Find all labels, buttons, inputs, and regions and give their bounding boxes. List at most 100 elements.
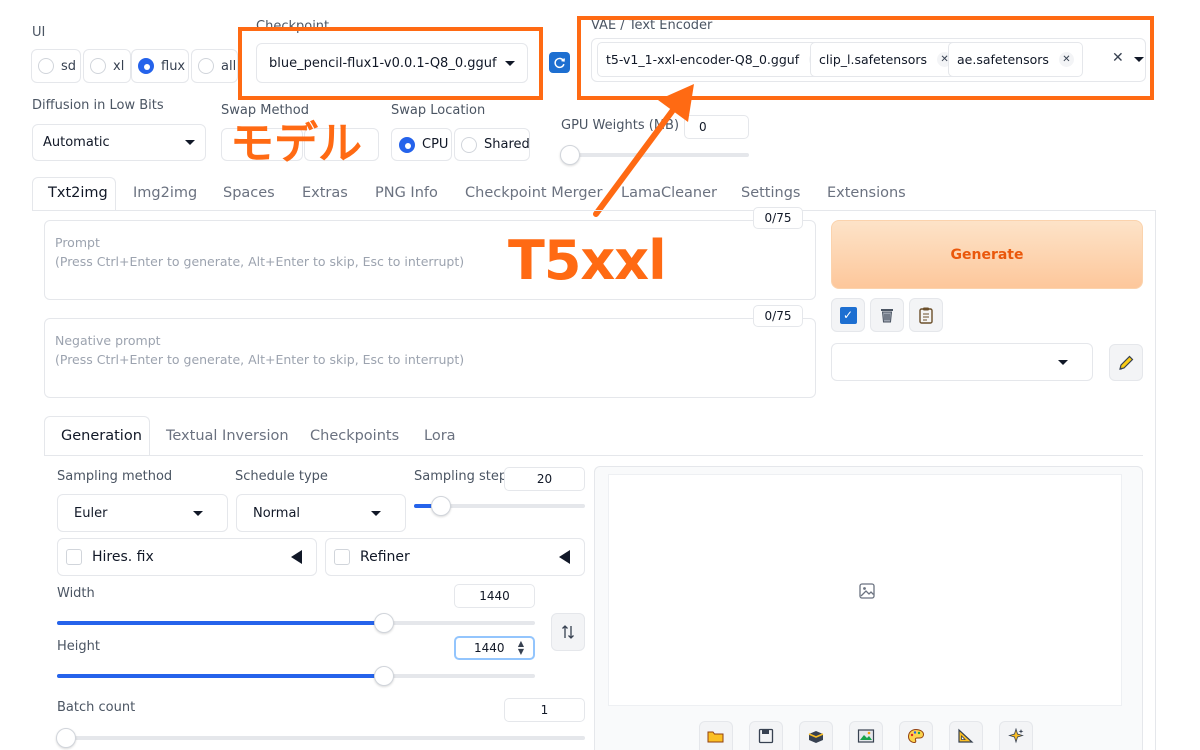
caret-left-icon [559, 550, 570, 564]
height-slider-thumb[interactable] [374, 666, 394, 686]
negative-prompt-textarea[interactable]: Negative prompt (Press Ctrl+Enter to gen… [44, 318, 816, 398]
sparkles-icon [1008, 728, 1024, 744]
paste-button[interactable] [909, 298, 943, 332]
hires-fix-accordion[interactable]: Hires. fix [57, 538, 317, 576]
tab-spaces[interactable]: Spaces [223, 185, 275, 201]
styles-select[interactable] [831, 343, 1093, 381]
batch-count-input[interactable]: 1 [504, 698, 585, 722]
ui-option-xl[interactable]: xl [83, 49, 131, 83]
height-slider-fill [57, 674, 383, 678]
send-to-inpaint-button[interactable] [899, 721, 933, 750]
tabs-divider [32, 210, 1156, 211]
ui-option-flux[interactable]: flux [131, 49, 189, 83]
swap-location-shared[interactable]: Shared [454, 128, 530, 161]
picture-icon [857, 729, 875, 743]
tab-checkpoint-merger[interactable]: Checkpoint Merger [465, 185, 602, 201]
send-to-extras-button[interactable] [949, 721, 983, 750]
width-slider-thumb[interactable] [374, 613, 394, 633]
radio-icon [90, 58, 106, 74]
panel-border [1155, 210, 1156, 750]
chevron-down-icon [371, 510, 381, 516]
annotation-model: モデル [230, 118, 362, 169]
height-input[interactable]: 1440 ▲ ▼ [454, 636, 535, 660]
sampling-steps-slider-thumb[interactable] [431, 496, 451, 516]
clipboard-icon [919, 307, 933, 324]
subtab-lora[interactable]: Lora [424, 428, 456, 444]
diffusion-label: Diffusion in Low Bits [32, 98, 164, 113]
archive-icon [808, 731, 824, 743]
hires-fix-label: Hires. fix [92, 549, 154, 565]
subtab-label-generation: Generation [61, 428, 142, 444]
caret-left-icon [291, 550, 302, 564]
tab-lamacleaner[interactable]: LamaCleaner [621, 185, 717, 201]
ui-option-label: all [221, 58, 237, 74]
swap-location-label: Swap Location [391, 103, 486, 118]
tab-extensions[interactable]: Extensions [827, 185, 906, 201]
spinner-icon[interactable]: ▲ ▼ [518, 640, 524, 656]
folder-icon [707, 731, 724, 743]
chevron-down-icon [185, 140, 195, 145]
width-label: Width [57, 586, 95, 601]
prompt-token-counter: 0/75 [753, 207, 803, 229]
subtabs-divider [44, 455, 1143, 456]
radio-checked-icon [399, 136, 415, 153]
subtab-checkpoints[interactable]: Checkpoints [310, 428, 399, 444]
sampling-method-value: Euler [74, 505, 108, 521]
swap-location-cpu[interactable]: CPU [391, 128, 452, 161]
edit-styles-button[interactable] [1109, 344, 1143, 381]
radio-icon [38, 58, 54, 74]
schedule-type-value: Normal [253, 505, 301, 521]
sampling-steps-input[interactable]: 20 [504, 467, 585, 491]
radio-icon [461, 136, 477, 153]
palette-icon [907, 728, 925, 744]
tab-settings[interactable]: Settings [741, 185, 800, 201]
generate-button[interactable]: Generate [831, 220, 1143, 289]
refiner-accordion[interactable]: Refiner [325, 538, 585, 576]
zip-button[interactable] [799, 721, 833, 750]
chevron-down-icon [193, 510, 203, 516]
tab-png-info[interactable]: PNG Info [375, 185, 438, 201]
radio-icon [198, 58, 214, 74]
sampling-steps-label: Sampling steps [414, 469, 514, 484]
ui-option-sd[interactable]: sd [31, 49, 81, 83]
swap-location-label-cpu: CPU [422, 137, 449, 152]
send-to-img2img-button[interactable] [849, 721, 883, 750]
batch-count-label: Batch count [57, 700, 136, 715]
hires-fix-checkbox[interactable] [66, 549, 82, 565]
height-label: Height [57, 639, 100, 654]
prompt-textarea[interactable]: Prompt (Press Ctrl+Enter to generate, Al… [44, 220, 816, 300]
chevron-down-icon [1058, 359, 1068, 365]
negative-prompt-title: Negative prompt [55, 333, 161, 348]
width-input[interactable]: 1440 [454, 584, 535, 608]
save-icon [758, 728, 774, 744]
clear-prompt-button[interactable] [870, 298, 904, 332]
refiner-label: Refiner [360, 549, 410, 565]
swap-arrows-icon [562, 625, 574, 639]
prompt-title: Prompt [55, 235, 100, 250]
checkmark-icon: ✓ [839, 306, 857, 324]
refresh-button[interactable] [549, 52, 570, 73]
diffusion-value: Automatic [43, 135, 110, 150]
width-slider-fill [57, 621, 383, 625]
apply-styles-button[interactable]: ✓ [831, 298, 865, 332]
subtab-textual-inversion[interactable]: Textual Inversion [166, 428, 289, 444]
save-button[interactable] [749, 721, 783, 750]
swap-dimensions-button[interactable] [551, 613, 585, 651]
ui-label: UI [32, 25, 46, 40]
open-folder-button[interactable] [699, 721, 733, 750]
tab-img2img[interactable]: Img2img [133, 185, 197, 201]
output-image-area [608, 474, 1122, 706]
diffusion-select[interactable]: Automatic [32, 124, 206, 161]
refresh-icon [554, 57, 565, 69]
tab-extras[interactable]: Extras [302, 185, 348, 201]
ui-option-label: xl [113, 58, 125, 74]
batch-count-slider-thumb[interactable] [56, 728, 76, 748]
sampling-method-select[interactable]: Euler [57, 494, 228, 532]
refiner-checkbox[interactable] [334, 549, 350, 565]
gpu-weights-slider-thumb[interactable] [560, 145, 580, 165]
schedule-type-select[interactable]: Normal [236, 494, 406, 532]
batch-count-slider-track[interactable] [57, 736, 585, 740]
sparkle-button[interactable] [999, 721, 1033, 750]
ui-option-label: sd [61, 58, 77, 74]
ui-option-all[interactable]: all [191, 49, 238, 83]
